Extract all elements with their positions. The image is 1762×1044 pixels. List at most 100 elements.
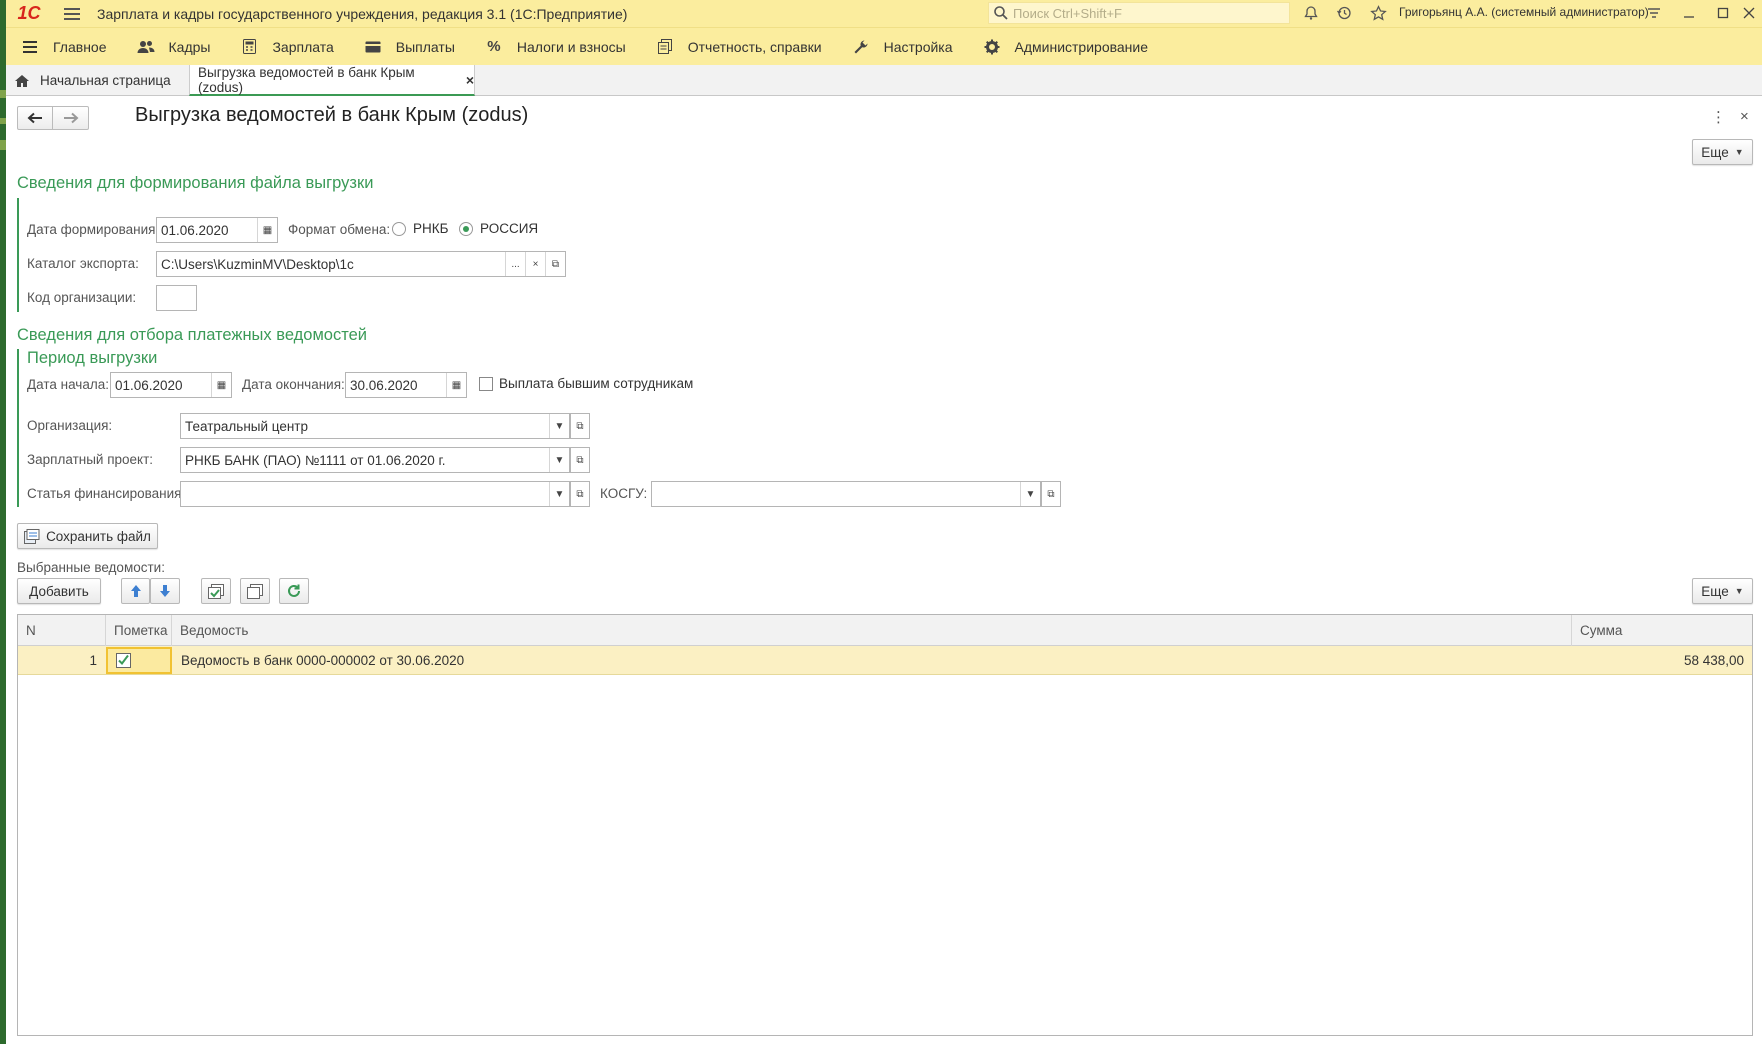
open-icon[interactable]: ⧉	[570, 413, 590, 439]
save-file-button[interactable]: Сохранить файл	[17, 523, 158, 549]
statements-table: N Пометка Ведомость Сумма 1 Ведомость в …	[17, 614, 1753, 1036]
salary-project-field[interactable]: РНКБ БАНК (ПАО) №1111 от 01.06.2020 г. ▼	[180, 447, 570, 473]
minimize-icon[interactable]	[1678, 2, 1700, 24]
row-mark-cell[interactable]	[106, 647, 172, 674]
catalog-field[interactable]: C:\Users\KuzminMV\Desktop\1c ... × ⧉	[156, 251, 566, 277]
date-formed-field[interactable]: 01.06.2020 ▦	[156, 217, 278, 243]
start-date-field[interactable]: 01.06.2020 ▦	[110, 372, 232, 398]
close-form-icon[interactable]: ×	[1740, 108, 1749, 125]
menu-item-salary[interactable]: Зарплата	[240, 28, 334, 66]
start-date-value: 01.06.2020	[115, 377, 183, 393]
open-icon[interactable]: ⧉	[570, 447, 590, 473]
menu-item-admin[interactable]: Администрирование	[983, 28, 1148, 66]
home-icon	[15, 74, 29, 87]
tab-label: Начальная страница	[40, 73, 171, 88]
app-window: 1С Зарплата и кадры государственного учр…	[0, 0, 1762, 1044]
tab-home[interactable]: Начальная страница	[14, 65, 189, 96]
back-button[interactable]	[17, 106, 53, 130]
section-filter-heading: Сведения для отбора платежных ведомостей	[17, 326, 367, 344]
format-label: Формат обмена:	[288, 222, 391, 237]
kosgu-field[interactable]: ▼	[651, 481, 1041, 507]
format-option-rnkb: РНКБ	[413, 221, 449, 236]
calendar-icon[interactable]: ▦	[446, 373, 466, 397]
menu-item-reports[interactable]: Отчетность, справки	[656, 28, 822, 66]
menu-item-main[interactable]: Главное	[21, 28, 107, 66]
checkbox-checked-icon[interactable]	[116, 653, 131, 668]
add-button[interactable]: Добавить	[17, 578, 101, 604]
add-label: Добавить	[29, 583, 89, 599]
save-file-icon	[24, 528, 40, 544]
clear-button[interactable]: ×	[525, 252, 545, 276]
format-radio-rnkb[interactable]	[392, 222, 406, 236]
former-employees-checkbox[interactable]	[479, 377, 493, 391]
search-icon	[994, 6, 1008, 20]
column-header-sum[interactable]: Сумма	[1572, 615, 1752, 646]
dropdown-icon[interactable]: ▼	[549, 448, 569, 472]
funding-field[interactable]: ▼	[180, 481, 570, 507]
refresh-button[interactable]	[279, 578, 309, 604]
open-icon[interactable]: ⧉	[570, 481, 590, 507]
menu-item-payments[interactable]: Выплаты	[364, 28, 455, 66]
dropdown-icon[interactable]: ▼	[549, 414, 569, 438]
open-icon[interactable]: ⧉	[545, 252, 565, 276]
column-header-mark[interactable]: Пометка	[106, 615, 172, 646]
menu-item-hr[interactable]: Кадры	[137, 28, 211, 66]
check-all-button[interactable]	[201, 578, 231, 604]
check-all-icon	[208, 583, 224, 599]
format-option-russia: РОССИЯ	[480, 221, 539, 236]
salary-project-label: Зарплатный проект:	[27, 452, 154, 467]
more-button-top[interactable]: Еще ▼	[1692, 139, 1753, 165]
organization-field[interactable]: Театральный центр ▼	[180, 413, 570, 439]
maximize-icon[interactable]	[1712, 2, 1734, 24]
row-sum: 58 438,00	[1683, 653, 1744, 668]
table-header: N Пометка Ведомость Сумма	[18, 615, 1752, 646]
dropdown-icon[interactable]: ▼	[549, 482, 569, 506]
arrow-right-icon	[63, 112, 78, 124]
move-up-button[interactable]	[121, 578, 150, 604]
select-folder-button[interactable]: ...	[505, 252, 525, 276]
calendar-icon[interactable]: ▦	[257, 218, 277, 242]
save-file-label: Сохранить файл	[46, 528, 151, 544]
current-user[interactable]: Григорьянц А.А. (системный администратор…	[1399, 5, 1649, 19]
column-header-statement[interactable]: Ведомость	[172, 615, 1572, 646]
catalog-value: C:\Users\KuzminMV\Desktop\1c	[161, 256, 354, 272]
arrow-up-icon	[130, 585, 141, 597]
org-code-field[interactable]	[156, 285, 197, 311]
column-header-n[interactable]: N	[18, 615, 106, 646]
uncheck-all-button[interactable]	[240, 578, 270, 604]
move-down-button[interactable]	[150, 578, 180, 604]
calendar-icon[interactable]: ▦	[211, 373, 231, 397]
favorites-star-icon[interactable]	[1367, 2, 1389, 24]
search-input[interactable]: Поиск Ctrl+Shift+F	[988, 2, 1290, 24]
settings-lines-icon[interactable]	[1643, 2, 1665, 24]
more-vertical-icon[interactable]: ⋮	[1711, 108, 1726, 126]
dropdown-icon[interactable]: ▼	[1020, 482, 1040, 506]
open-icon[interactable]: ⧉	[1041, 481, 1061, 507]
period-heading: Период выгрузки	[27, 349, 158, 367]
arrow-left-icon	[27, 112, 42, 124]
more-button-table[interactable]: Еще ▼	[1692, 578, 1753, 604]
history-icon[interactable]	[1333, 2, 1355, 24]
percent-icon: %	[487, 38, 501, 55]
menu-item-taxes[interactable]: % Налоги и взносы	[485, 28, 626, 66]
tab-label: Выгрузка ведомостей в банк Крым (zodus)	[198, 64, 415, 95]
close-window-icon[interactable]	[1738, 2, 1760, 24]
menu-item-settings[interactable]: Настройка	[852, 28, 953, 66]
search-placeholder: Поиск Ctrl+Shift+F	[1013, 5, 1122, 21]
menu-lines-icon	[21, 38, 39, 56]
end-date-field[interactable]: 30.06.2020 ▦	[345, 372, 467, 398]
menu-item-label: Кадры	[168, 38, 211, 55]
main-menu-icon[interactable]	[64, 5, 80, 23]
wallet-icon	[364, 38, 382, 56]
tab-bank-export[interactable]: Выгрузка ведомостей в банк Крым (zodus) …	[189, 65, 475, 96]
bell-icon[interactable]	[1300, 2, 1322, 24]
format-radio-russia[interactable]	[459, 222, 473, 236]
row-number: 1	[89, 653, 97, 668]
forward-button[interactable]	[53, 106, 89, 130]
close-tab-icon[interactable]: ×	[466, 72, 474, 88]
menu-item-label: Зарплата	[272, 38, 334, 55]
salary-project-value: РНКБ БАНК (ПАО) №1111 от 01.06.2020 г.	[185, 452, 446, 468]
open-tabs: Начальная страница Выгрузка ведомостей в…	[6, 65, 1762, 96]
table-row[interactable]: 1 Ведомость в банк 0000-000002 от 30.06.…	[18, 646, 1752, 675]
more-label: Еще	[1701, 144, 1729, 160]
